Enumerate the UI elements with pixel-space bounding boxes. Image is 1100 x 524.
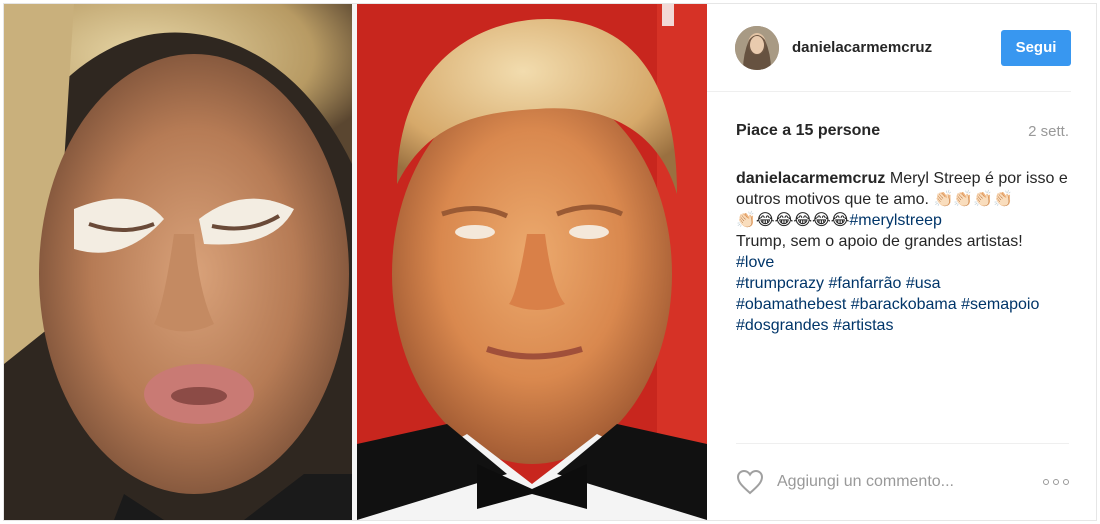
- heart-outline-icon[interactable]: [736, 469, 764, 495]
- hashtag-link[interactable]: #dosgrandes: [736, 317, 829, 334]
- post-username[interactable]: danielacarmemcruz: [792, 39, 932, 56]
- right-face-illustration: [357, 4, 707, 520]
- caption-emoji-laugh: 😂😂😂😂😂: [755, 212, 850, 229]
- hashtag-link[interactable]: #trumpcrazy: [736, 275, 824, 292]
- post-image[interactable]: [4, 4, 707, 520]
- post-sidebar: danielacarmemcruz Segui Piace a 15 perso…: [707, 4, 1096, 520]
- likes-row: Piace a 15 persone 2 sett.: [736, 122, 1069, 140]
- hashtag-link[interactable]: #love: [736, 254, 774, 271]
- hashtag-link[interactable]: #usa: [906, 275, 941, 292]
- comment-input[interactable]: [777, 473, 1043, 491]
- instagram-post: danielacarmemcruz Segui Piace a 15 perso…: [3, 3, 1097, 521]
- hashtag-link[interactable]: #merylstreep: [849, 212, 941, 229]
- follow-button[interactable]: Segui: [1001, 29, 1071, 66]
- right-photo-panel: [357, 4, 707, 520]
- post-header: danielacarmemcruz Segui: [707, 4, 1071, 92]
- avatar[interactable]: [735, 25, 779, 70]
- caption-text-2: Trump, sem o apoio de grandes artistas!: [736, 233, 1023, 250]
- hashtag-link[interactable]: #fanfarrão: [828, 275, 901, 292]
- caption-emoji-clap-2: 👏🏻: [736, 212, 756, 229]
- post-body: Piace a 15 persone 2 sett. danielacarmem…: [707, 92, 1096, 336]
- hashtag-link[interactable]: #semapoio: [961, 296, 1039, 313]
- post-footer: [736, 443, 1069, 520]
- post-caption: danielacarmemcruz Meryl Streep é por iss…: [736, 168, 1069, 336]
- likes-count[interactable]: Piace a 15 persone: [736, 122, 880, 140]
- left-face-illustration: [4, 4, 352, 520]
- caption-username[interactable]: danielacarmemcruz: [736, 170, 885, 187]
- more-options-icon[interactable]: [1043, 475, 1069, 489]
- hashtag-link[interactable]: #artistas: [833, 317, 893, 334]
- left-photo-panel: [4, 4, 352, 520]
- post-time[interactable]: 2 sett.: [1028, 123, 1069, 140]
- caption-emoji-clap-1: 👏🏻👏🏻👏🏻👏🏻: [933, 191, 1014, 208]
- hashtag-link[interactable]: #barackobama: [851, 296, 957, 313]
- hashtag-link[interactable]: #obamathebest: [736, 296, 846, 313]
